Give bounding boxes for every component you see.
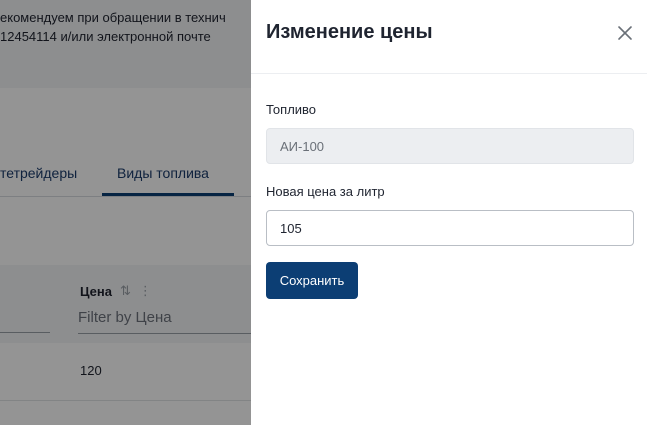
- new-price-input[interactable]: [266, 210, 634, 246]
- new-price-label: Новая цена за литр: [266, 184, 385, 199]
- drawer-header: Изменение цены: [251, 0, 647, 74]
- drawer-title: Изменение цены: [266, 21, 433, 43]
- close-icon: [618, 26, 632, 40]
- price-change-drawer: Изменение цены Топливо Новая цена за лит…: [251, 0, 647, 425]
- fuel-field: [266, 128, 634, 164]
- fuel-label: Топливо: [266, 102, 317, 117]
- close-button[interactable]: [611, 19, 639, 47]
- save-button[interactable]: Сохранить: [266, 262, 358, 299]
